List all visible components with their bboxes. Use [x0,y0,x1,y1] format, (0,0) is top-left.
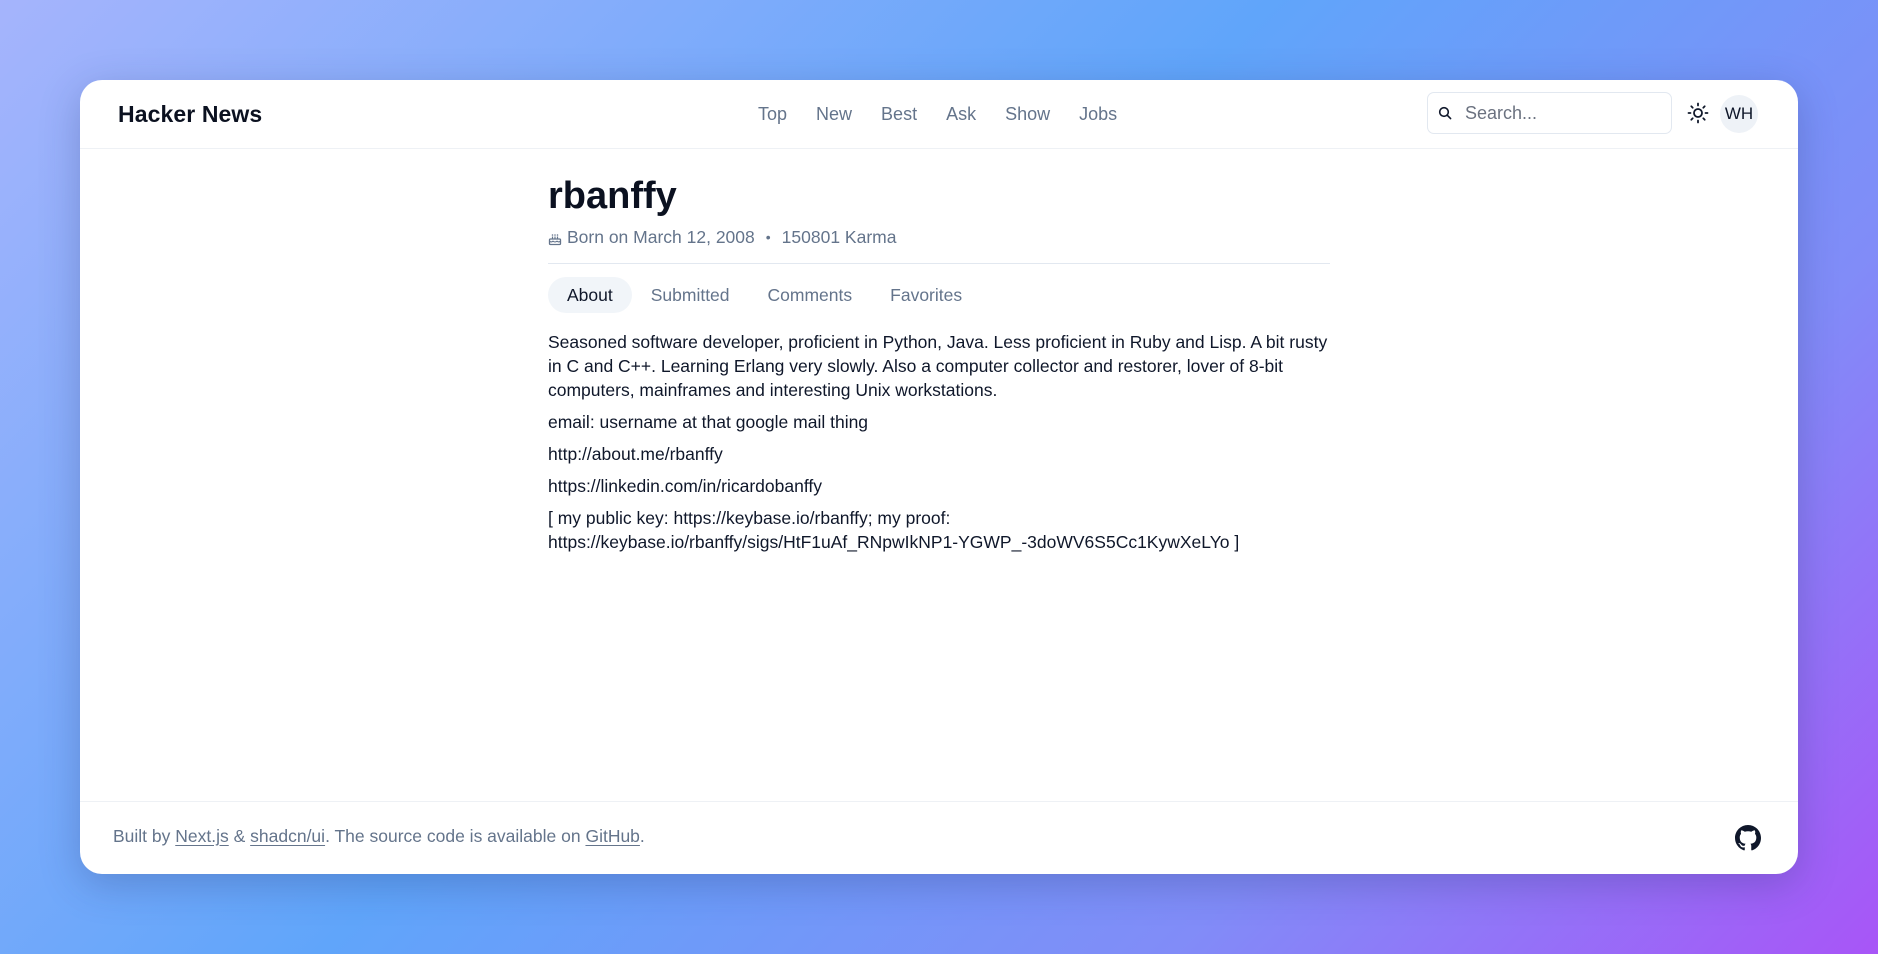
search-box[interactable] [1427,92,1672,134]
sun-icon [1687,102,1709,129]
nav-new[interactable]: New [816,102,852,126]
tab-favorites[interactable]: Favorites [871,277,981,313]
tab-submitted[interactable]: Submitted [632,277,749,313]
about-paragraph: Seasoned software developer, proficient … [548,332,1328,400]
meta-separator: • [765,229,771,245]
footer-middle: . The source code is available on [325,826,586,846]
theme-toggle-button[interactable] [1685,102,1711,128]
nav-jobs[interactable]: Jobs [1079,102,1117,126]
about-paragraph: [ my public key: https://keybase.io/rban… [548,508,1240,552]
about-paragraph: email: username at that google mail thin… [548,412,869,432]
main-nav: Top New Best Ask Show Jobs [758,102,1146,126]
about-paragraph: http://about.me/rbanffy [548,444,723,464]
profile-tabs: About Submitted Comments Favorites [548,277,1330,313]
born-date: Born on March 12, 2008 [567,226,755,247]
profile-main: rbanffy Born on March 12, 2008 • 150801 … [548,149,1330,562]
avatar[interactable]: WH [1720,95,1758,133]
about-paragraph: https://linkedin.com/in/ricardobanffy [548,476,822,496]
footer-suffix: . [639,826,645,846]
nav-show[interactable]: Show [1005,102,1050,126]
nav-top[interactable]: Top [758,102,787,126]
tab-comments[interactable]: Comments [749,277,872,313]
search-icon [1438,106,1452,120]
nav-best[interactable]: Best [881,102,917,126]
github-text-link[interactable]: GitHub [585,826,639,846]
karma-count: 150801 Karma [781,226,897,247]
search-input[interactable] [1465,102,1655,124]
nextjs-link[interactable]: Next.js [175,826,228,846]
page-footer: Built by Next.js & shadcn/ui. The source… [80,801,1798,874]
top-header: Hacker News Top New Best Ask Show Jobs S… [80,80,1798,149]
app-window: Hacker News Top New Best Ask Show Jobs S… [80,80,1798,874]
page-title: rbanffy [548,175,677,217]
footer-prefix: Built by [113,826,176,846]
footer-amp: & [228,826,251,846]
profile-meta: Born on March 12, 2008 • 150801 Karma [548,225,1330,249]
divider [548,263,1330,264]
github-link[interactable] [1735,825,1761,851]
github-icon [1735,825,1761,855]
tab-about[interactable]: About [548,277,632,313]
nav-ask[interactable]: Ask [946,102,976,126]
about-section: Seasoned software developer, proficient … [548,330,1330,554]
footer-text: Built by Next.js & shadcn/ui. The source… [113,826,645,847]
shadcn-link[interactable]: shadcn/ui [250,826,325,846]
cake-icon [548,230,562,246]
brand-logo[interactable]: Hacker News [118,101,262,128]
